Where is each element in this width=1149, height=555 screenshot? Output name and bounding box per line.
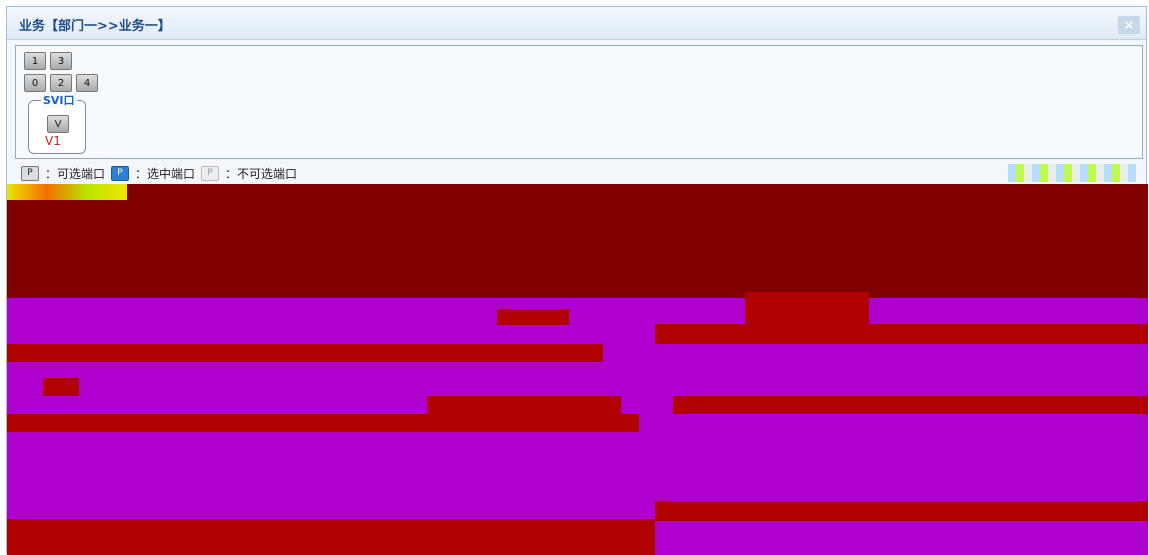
- title-bar: 业务【部门一>>业务一】 ×: [7, 7, 1146, 40]
- port-panel: 1 3 0 2 4 SVI口 V V1: [15, 45, 1143, 159]
- corrupt-red-2: [497, 309, 569, 325]
- close-button[interactable]: ×: [1118, 16, 1140, 34]
- corrupt-red-6: [427, 396, 621, 414]
- selectable-port-icon: P: [21, 165, 39, 181]
- corrupt-noise: [1008, 164, 1136, 182]
- port-1[interactable]: 1: [24, 52, 46, 70]
- svi-group-label: SVI口: [41, 92, 77, 108]
- corrupt-red-7: [673, 396, 1148, 414]
- dialog-title: 业务【部门一>>业务一】: [19, 19, 171, 34]
- corrupted-region-dark: [7, 184, 1148, 298]
- selected-port-icon: P: [111, 165, 130, 181]
- corrupt-red-10: [7, 519, 655, 555]
- port-row-2: 0 2 4: [24, 74, 98, 92]
- corrupt-red-5: [43, 378, 79, 396]
- business-dialog: 业务【部门一>>业务一】 × 1 3 0 2 4 SVI口 V V1 P ：可选…: [6, 6, 1148, 555]
- corrupt-red-8: [7, 414, 639, 432]
- corrupt-red-1: [7, 344, 603, 362]
- svi-group: SVI口 V V1: [28, 92, 86, 154]
- unselectable-port-label: ：不可选端口: [225, 166, 298, 181]
- selected-port-label: ：选中端口: [135, 166, 196, 181]
- corrupt-red-3: [655, 324, 1148, 344]
- port-3[interactable]: 3: [50, 52, 72, 70]
- port-legend: P ：可选端口 P ：选中端口 P ：不可选端口: [21, 164, 297, 182]
- corrupt-red-4: [745, 292, 869, 327]
- port-2[interactable]: 2: [50, 74, 72, 92]
- port-0[interactable]: 0: [24, 74, 46, 92]
- svi-port-name: V1: [45, 134, 61, 148]
- port-4[interactable]: 4: [76, 74, 98, 92]
- selectable-port-label: ：可选端口: [45, 166, 106, 181]
- corrupted-strip: [7, 184, 127, 200]
- svi-port-v1[interactable]: V: [47, 115, 69, 133]
- unselectable-port-icon: P: [201, 165, 220, 181]
- port-row-1: 1 3: [24, 52, 72, 70]
- corrupt-red-9: [655, 501, 1148, 521]
